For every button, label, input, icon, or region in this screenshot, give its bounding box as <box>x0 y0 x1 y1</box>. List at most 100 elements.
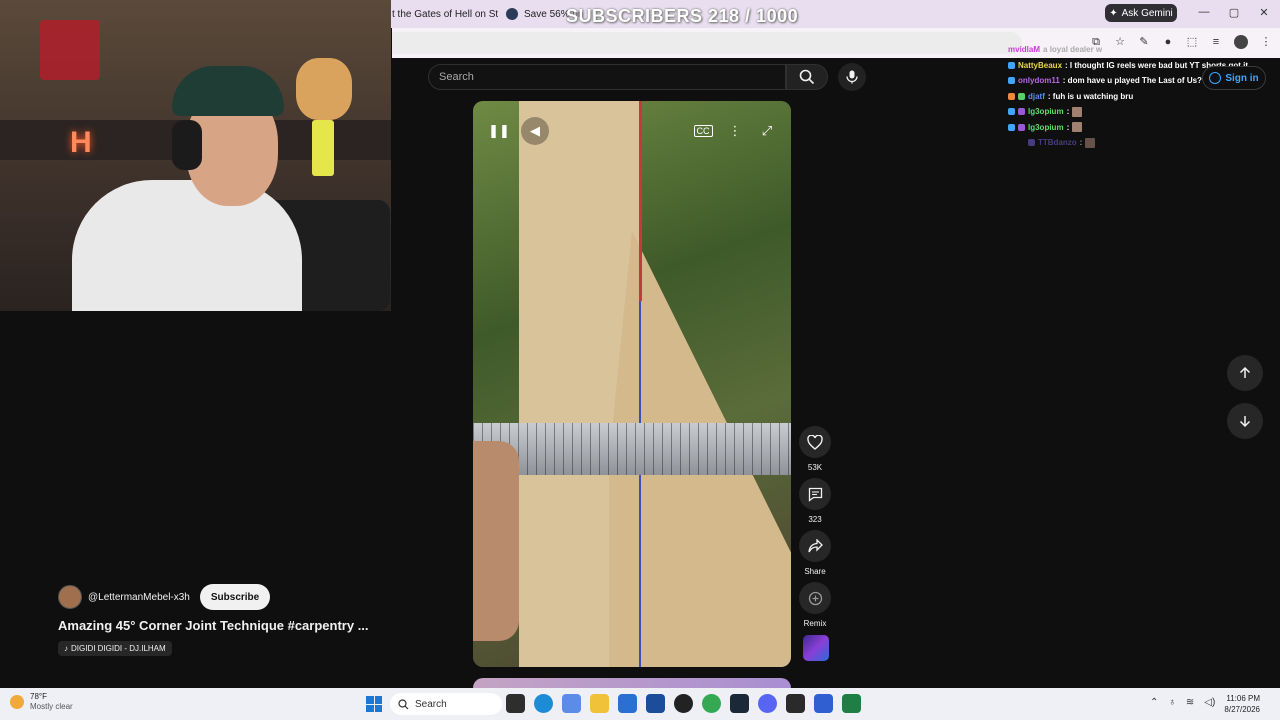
volume-button[interactable]: ◀ <box>521 117 549 145</box>
video-controls: ❚❚ ◀ CC ⋮ ⤢ <box>473 101 791 157</box>
weather-widget[interactable]: 78°F Mostly clear <box>10 692 73 712</box>
remix-label: Remix <box>803 619 827 628</box>
channel-handle[interactable]: @LettermanMebel-x3h <box>88 592 190 603</box>
file-explorer-icon[interactable] <box>590 694 609 713</box>
stream-chat-overlay: mvidlaM a loyal dealer w NattyBeaux : I … <box>1008 42 1280 151</box>
arrow-up-icon <box>1239 366 1251 378</box>
chat-username: mvidlaM <box>1008 45 1041 55</box>
chat-badge <box>1008 77 1015 85</box>
app-icon[interactable] <box>814 694 833 713</box>
chat-username: onlydom11 <box>1018 76 1060 86</box>
subscribe-button[interactable]: Subscribe <box>199 584 271 610</box>
next-short-preview[interactable] <box>473 678 791 688</box>
chat-text: : <box>1066 107 1070 117</box>
share-icon <box>807 539 823 553</box>
taskbar-search[interactable]: Search <box>390 693 502 715</box>
teddy-bear <box>296 58 352 120</box>
chat-username: TTBdanzo <box>1038 138 1077 148</box>
sound-thumbnail[interactable] <box>803 635 829 661</box>
search-button[interactable] <box>786 64 828 90</box>
like-button[interactable]: 53K <box>795 426 835 472</box>
channel-info: @LettermanMebel-x3h Subscribe <box>58 584 271 610</box>
weather-text: 78°F Mostly clear <box>30 692 73 712</box>
chat-badge <box>1018 92 1025 100</box>
steam-icon[interactable] <box>730 694 749 713</box>
obs-icon[interactable] <box>674 694 693 713</box>
store-icon[interactable] <box>646 694 665 713</box>
chat-text: a loyal dealer w <box>1043 45 1103 55</box>
browser-tab-1[interactable]: t the Gates of Hell on St ✕ <box>392 4 498 24</box>
ask-gemini-button[interactable]: ✦ Ask Gemini <box>1105 4 1177 22</box>
search-icon <box>799 69 815 85</box>
pause-button[interactable]: ❚❚ <box>485 117 513 145</box>
chat-message: djatf : fuh is u watching bru <box>1008 89 1280 105</box>
ruler-ticks <box>473 423 791 475</box>
microphone-icon[interactable]: ♁ <box>1168 697 1176 708</box>
channel-avatar[interactable] <box>58 585 82 609</box>
weather-icon <box>10 695 24 709</box>
remix-button[interactable]: Remix <box>795 582 835 628</box>
outlook-icon[interactable] <box>618 694 637 713</box>
yellow-cup <box>312 120 334 176</box>
comments-button[interactable]: 323 <box>795 478 835 524</box>
excel-icon[interactable] <box>842 694 861 713</box>
chat-username: lg3opium <box>1028 107 1064 117</box>
search-input[interactable]: Search <box>428 64 786 90</box>
volume-icon: ◀ <box>530 123 540 138</box>
captions-button[interactable]: CC <box>689 117 717 145</box>
address-bar[interactable] <box>392 32 1022 54</box>
chat-text: : <box>1079 138 1083 148</box>
previous-short-button[interactable] <box>1227 355 1263 391</box>
chat-username: lg3opium <box>1028 122 1064 132</box>
volume-tray-icon[interactable]: ◁) <box>1204 697 1215 708</box>
maximize-icon[interactable]: ▢ <box>1227 6 1241 19</box>
epic-games-icon[interactable] <box>786 694 805 713</box>
sign-in-label: Sign in <box>1225 72 1259 84</box>
next-short-button[interactable] <box>1227 403 1263 439</box>
remix-circle <box>799 582 831 614</box>
minimize-icon[interactable]: — <box>1197 6 1211 18</box>
more-options-button[interactable]: ⋮ <box>721 117 749 145</box>
comment-count: 323 <box>808 515 822 524</box>
close-window-icon[interactable]: ✕ <box>1257 6 1271 19</box>
comment-icon <box>808 487 822 502</box>
music-chip[interactable]: ♪ DIGIDI DIGIDI - DJ.ILHAM <box>58 641 172 656</box>
discord-icon[interactable] <box>758 694 777 713</box>
webcam-overlay: H <box>0 0 391 311</box>
captions-icon: CC <box>693 125 713 137</box>
screen: t the Gates of Hell on St ✕ Save 56% on … <box>0 0 1280 720</box>
music-note-icon: ♪ <box>64 644 68 653</box>
task-view-icon[interactable] <box>506 694 525 713</box>
like-icon <box>807 434 823 450</box>
chat-badge <box>1018 123 1025 131</box>
start-button[interactable] <box>366 696 382 712</box>
voice-search-button[interactable] <box>838 63 866 91</box>
chevron-up-icon[interactable]: ⌃ <box>1150 697 1158 708</box>
chat-username: djatf <box>1028 91 1045 101</box>
wifi-icon[interactable]: ≋ <box>1186 697 1194 708</box>
share-button[interactable]: Share <box>795 530 835 576</box>
search-icon <box>398 698 409 709</box>
chat-text: : fuh is u watching bru <box>1047 91 1134 101</box>
time: 11:06 PM <box>1226 694 1260 703</box>
fullscreen-icon: ⤢ <box>761 123 773 138</box>
chrome-icon[interactable] <box>702 694 721 713</box>
date: 8/27/2026 <box>1224 705 1260 714</box>
chat-badge <box>1028 139 1035 147</box>
short-video-player[interactable]: ❚❚ ◀ CC ⋮ ⤢ <box>473 101 791 667</box>
chat-badge <box>1008 61 1015 69</box>
sign-in-button[interactable]: Sign in <box>1202 66 1266 90</box>
mic-icon <box>846 70 858 84</box>
chat-text: : dom have u played The Last of Us? <box>1062 76 1202 86</box>
music-label: DIGIDI DIGIDI - DJ.ILHAM <box>71 644 166 653</box>
chat-username: NattyBeaux <box>1018 60 1063 70</box>
short-title[interactable]: Amazing 45° Corner Joint Technique #carp… <box>58 618 369 633</box>
clock[interactable]: 11:06 PM 8/27/2026 <box>1224 693 1260 715</box>
copilot-icon[interactable] <box>562 694 581 713</box>
ask-gemini-label: Ask Gemini <box>1121 7 1173 19</box>
fullscreen-button[interactable]: ⤢ <box>753 117 781 145</box>
chat-message: lg3opium : <box>1008 104 1280 120</box>
chat-emote <box>1072 122 1083 133</box>
edge-icon[interactable] <box>534 694 553 713</box>
chat-message: mvidlaM a loyal dealer w <box>1008 42 1280 58</box>
